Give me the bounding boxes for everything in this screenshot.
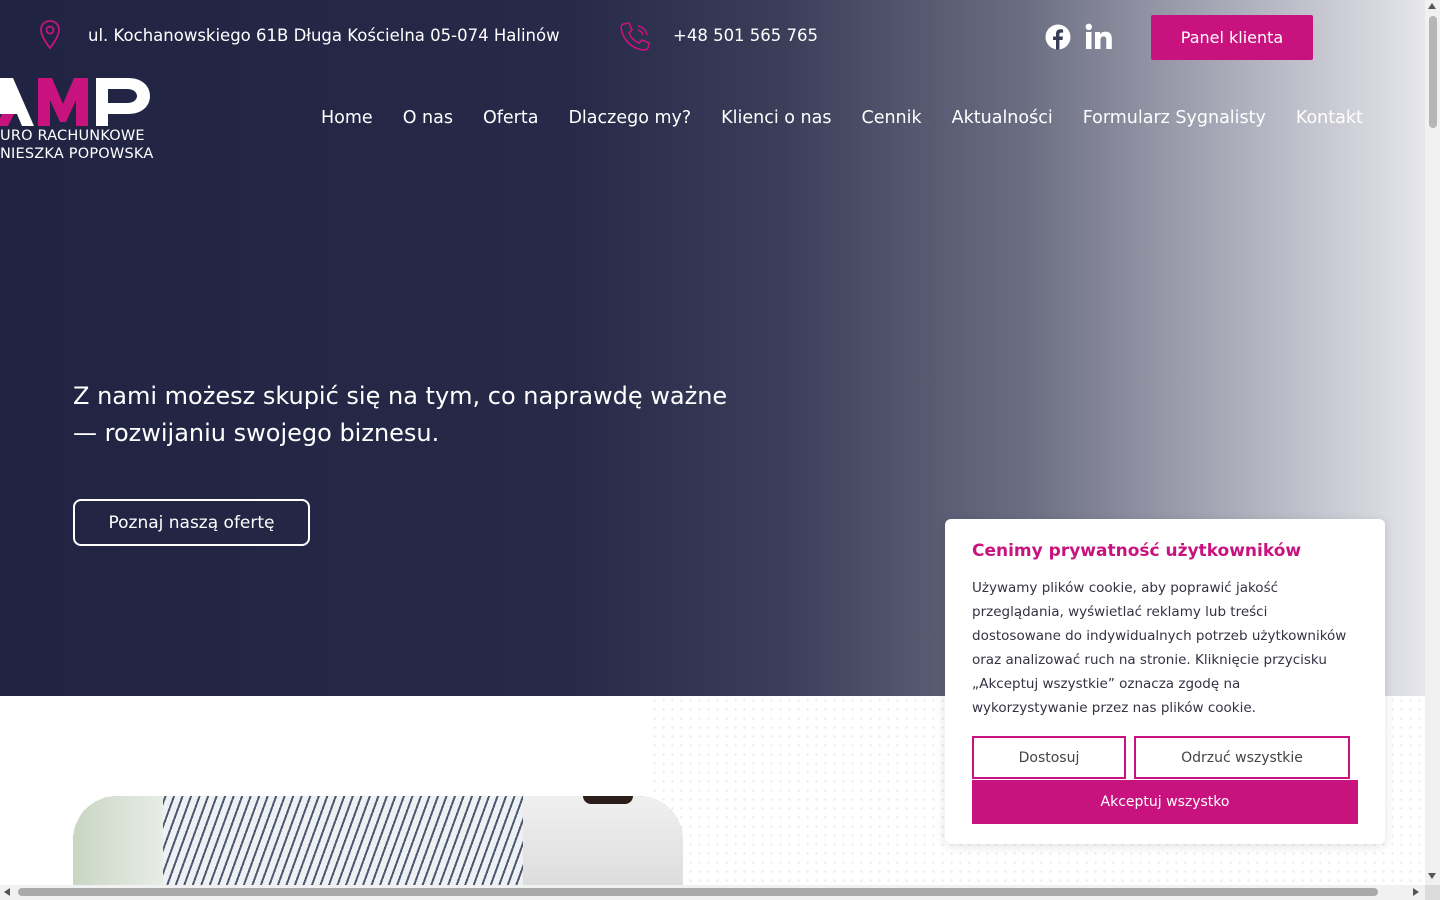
scroll-up-arrow-icon[interactable] <box>1428 3 1436 9</box>
see-offer-button[interactable]: Poznaj naszą ofertę <box>73 499 310 546</box>
hero-headline-line1: Z nami możesz skupić się na tym, co napr… <box>73 382 728 410</box>
nav-item-whistleblower-form[interactable]: Formularz Sygnalisty <box>1083 108 1266 128</box>
address-text: ul. Kochanowskiego 61B Długa Kościelna 0… <box>88 26 560 45</box>
horizontal-scrollbar-thumb[interactable] <box>18 888 1378 896</box>
client-panel-button[interactable]: Panel klienta <box>1151 15 1313 60</box>
reject-all-cookies-button[interactable]: Odrzuć wszystkie <box>1134 736 1350 779</box>
scrollbar-corner <box>1425 885 1440 900</box>
map-pin-icon <box>40 20 60 50</box>
nav-item-testimonials[interactable]: Klienci o nas <box>721 108 831 128</box>
cookie-description: Używamy plików cookie, aby poprawić jako… <box>972 580 1347 716</box>
nav-item-home[interactable]: Home <box>321 108 373 128</box>
vertical-scrollbar-thumb[interactable] <box>1429 16 1437 128</box>
facebook-icon[interactable] <box>1045 24 1071 50</box>
photo-background <box>73 796 163 891</box>
photo-person-shirt <box>523 796 683 891</box>
phone-number[interactable]: +48 501 565 765 <box>673 26 818 45</box>
logo-text-line1: URO RACHUNKOWE <box>0 128 145 144</box>
scroll-right-arrow-icon[interactable] <box>1413 888 1419 896</box>
photo-person-hair <box>583 796 633 804</box>
nav-item-why-us[interactable]: Dlaczego my? <box>568 108 691 128</box>
scroll-left-arrow-icon[interactable] <box>4 888 10 896</box>
hero-headline: Z nami możesz skupić się na tym, co napr… <box>73 378 793 452</box>
scroll-down-arrow-icon[interactable] <box>1428 873 1436 879</box>
phone-icon[interactable] <box>618 20 652 52</box>
nav-item-contact[interactable]: Kontakt <box>1296 108 1363 128</box>
vertical-scrollbar[interactable] <box>1425 0 1440 900</box>
main-nav: Home O nas Oferta Dlaczego my? Klienci o… <box>321 108 1393 128</box>
nav-item-about[interactable]: O nas <box>403 108 453 128</box>
nav-item-pricing[interactable]: Cennik <box>861 108 921 128</box>
cookie-consent-dialog: Cenimy prywatność użytkowników Używamy p… <box>945 519 1385 844</box>
accept-all-cookies-button[interactable]: Akceptuj wszystko <box>972 780 1358 824</box>
linkedin-icon[interactable] <box>1085 23 1113 51</box>
nav-item-offer[interactable]: Oferta <box>483 108 538 128</box>
customize-cookies-button[interactable]: Dostosuj <box>972 736 1126 779</box>
nav-item-news[interactable]: Aktualności <box>952 108 1053 128</box>
hero-headline-line2: — rozwijaniu swojego biznesu. <box>73 419 440 447</box>
office-photo <box>73 796 683 891</box>
cookie-title: Cenimy prywatność użytkowników <box>972 541 1302 561</box>
logo-text-line2: NIESZKA POPOWSKA <box>0 146 154 162</box>
